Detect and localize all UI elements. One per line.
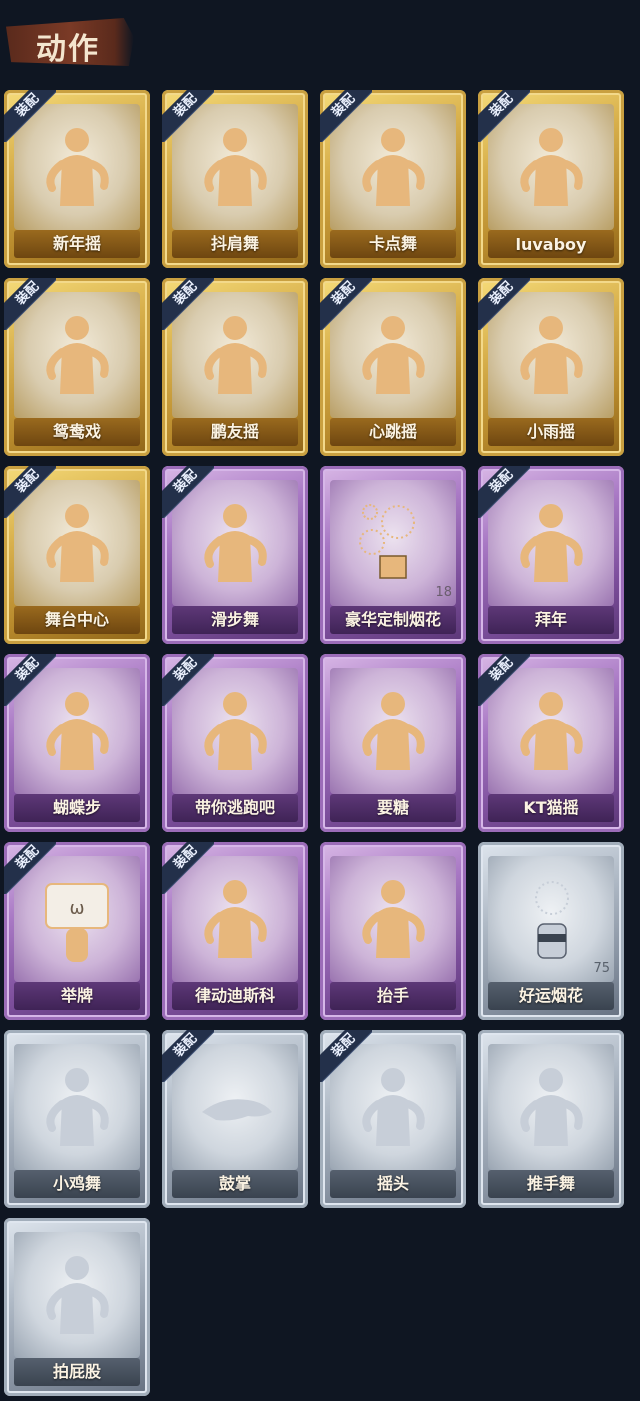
equipped-badge: 装配 bbox=[478, 466, 530, 518]
equipped-badge: 装配 bbox=[162, 654, 214, 706]
card-label: 举牌 bbox=[60, 986, 93, 1005]
card-label: 卡点舞 bbox=[368, 234, 417, 253]
card-label: 新年摇 bbox=[52, 234, 101, 253]
emote-card[interactable]: 拍屁股 bbox=[4, 1218, 150, 1396]
emote-card[interactable]: 要糖 bbox=[320, 654, 466, 832]
figure-push-hands-icon bbox=[508, 1060, 594, 1156]
card-label: 心跳摇 bbox=[368, 422, 417, 441]
figure-raise-hand-icon bbox=[350, 872, 436, 968]
fireworks-box-icon bbox=[350, 496, 436, 592]
emote-card[interactable]: 律动迪斯科 装配 bbox=[162, 842, 308, 1020]
card-label: 鹏友摇 bbox=[210, 422, 259, 441]
figure-chicken-icon bbox=[34, 1060, 120, 1156]
card-label: 要糖 bbox=[376, 798, 409, 817]
equipped-badge: 装配 bbox=[162, 90, 214, 142]
card-label: 小鸡舞 bbox=[52, 1174, 101, 1193]
equipped-badge: 装配 bbox=[4, 90, 56, 142]
section-header: 动作 bbox=[6, 10, 136, 72]
emote-card[interactable]: 小雨摇 装配 bbox=[478, 278, 624, 456]
emote-card[interactable]: ω 举牌 装配 bbox=[4, 842, 150, 1020]
equipped-badge: 装配 bbox=[4, 278, 56, 330]
equipped-badge: 装配 bbox=[320, 1030, 372, 1082]
card-label: 小雨摇 bbox=[526, 422, 575, 441]
equipped-badge: 装配 bbox=[4, 842, 56, 894]
emote-card[interactable]: 豪华定制烟花 18 bbox=[320, 466, 466, 644]
emote-card[interactable]: KT猫摇 装配 bbox=[478, 654, 624, 832]
emote-card[interactable]: 滑步舞 装配 bbox=[162, 466, 308, 644]
figure-slap-icon bbox=[34, 1248, 120, 1344]
emote-card[interactable]: 鸳鸯戏 装配 bbox=[4, 278, 150, 456]
equipped-badge: 装配 bbox=[162, 278, 214, 330]
card-label: 舞台中心 bbox=[44, 610, 109, 629]
figure-reach-icon bbox=[350, 684, 436, 780]
svg-text:ω: ω bbox=[69, 898, 84, 919]
emote-card[interactable]: 抖肩舞 装配 bbox=[162, 90, 308, 268]
equipped-badge: 装配 bbox=[478, 90, 530, 142]
equipped-badge: 装配 bbox=[4, 466, 56, 518]
equipped-badge: 装配 bbox=[4, 654, 56, 706]
emote-card[interactable]: 舞台中心 装配 bbox=[4, 466, 150, 644]
emote-card[interactable]: 好运烟花 75 bbox=[478, 842, 624, 1020]
card-label: 滑步舞 bbox=[210, 610, 259, 629]
emote-card[interactable]: 鼓掌 装配 bbox=[162, 1030, 308, 1208]
card-label: 拍屁股 bbox=[52, 1362, 101, 1381]
emote-card[interactable]: 新年摇 装配 bbox=[4, 90, 150, 268]
equipped-badge: 装配 bbox=[320, 90, 372, 142]
card-label: KT猫摇 bbox=[523, 798, 579, 817]
card-label: 推手舞 bbox=[526, 1174, 575, 1193]
emote-card[interactable]: 拜年 装配 bbox=[478, 466, 624, 644]
card-label: 鼓掌 bbox=[218, 1174, 251, 1193]
emote-card[interactable]: 推手舞 bbox=[478, 1030, 624, 1208]
item-count: 18 bbox=[435, 585, 452, 600]
card-label: 豪华定制烟花 bbox=[344, 610, 441, 629]
equipped-badge: 装配 bbox=[162, 1030, 214, 1082]
equipped-badge: 装配 bbox=[320, 278, 372, 330]
card-label: 鸳鸯戏 bbox=[52, 422, 101, 441]
emote-card[interactable]: 心跳摇 装配 bbox=[320, 278, 466, 456]
emote-card[interactable]: 卡点舞 装配 bbox=[320, 90, 466, 268]
equipped-badge: 装配 bbox=[478, 278, 530, 330]
emote-card[interactable]: luvaboy 装配 bbox=[478, 90, 624, 268]
card-label: 好运烟花 bbox=[518, 986, 583, 1005]
card-label: 抖肩舞 bbox=[210, 234, 259, 253]
card-label: 蝴蝶步 bbox=[52, 798, 101, 817]
equipped-badge: 装配 bbox=[162, 842, 214, 894]
emote-card[interactable]: 小鸡舞 bbox=[4, 1030, 150, 1208]
firework-can-icon bbox=[508, 872, 594, 968]
card-label: 拜年 bbox=[534, 610, 567, 629]
emote-card[interactable]: 蝴蝶步 装配 bbox=[4, 654, 150, 832]
emote-card[interactable]: 抬手 bbox=[320, 842, 466, 1020]
card-label: 摇头 bbox=[376, 1174, 409, 1193]
equipped-badge: 装配 bbox=[478, 654, 530, 706]
emote-card[interactable]: 鹏友摇 装配 bbox=[162, 278, 308, 456]
section-title: 动作 bbox=[36, 32, 100, 67]
card-label: 带你逃跑吧 bbox=[194, 798, 275, 817]
card-label: 抬手 bbox=[376, 986, 409, 1005]
emote-card[interactable]: 带你逃跑吧 装配 bbox=[162, 654, 308, 832]
item-count: 75 bbox=[593, 961, 610, 976]
equipped-badge: 装配 bbox=[162, 466, 214, 518]
card-label: luvaboy bbox=[515, 235, 587, 254]
card-label: 律动迪斯科 bbox=[194, 986, 275, 1005]
emote-card[interactable]: 摇头 装配 bbox=[320, 1030, 466, 1208]
